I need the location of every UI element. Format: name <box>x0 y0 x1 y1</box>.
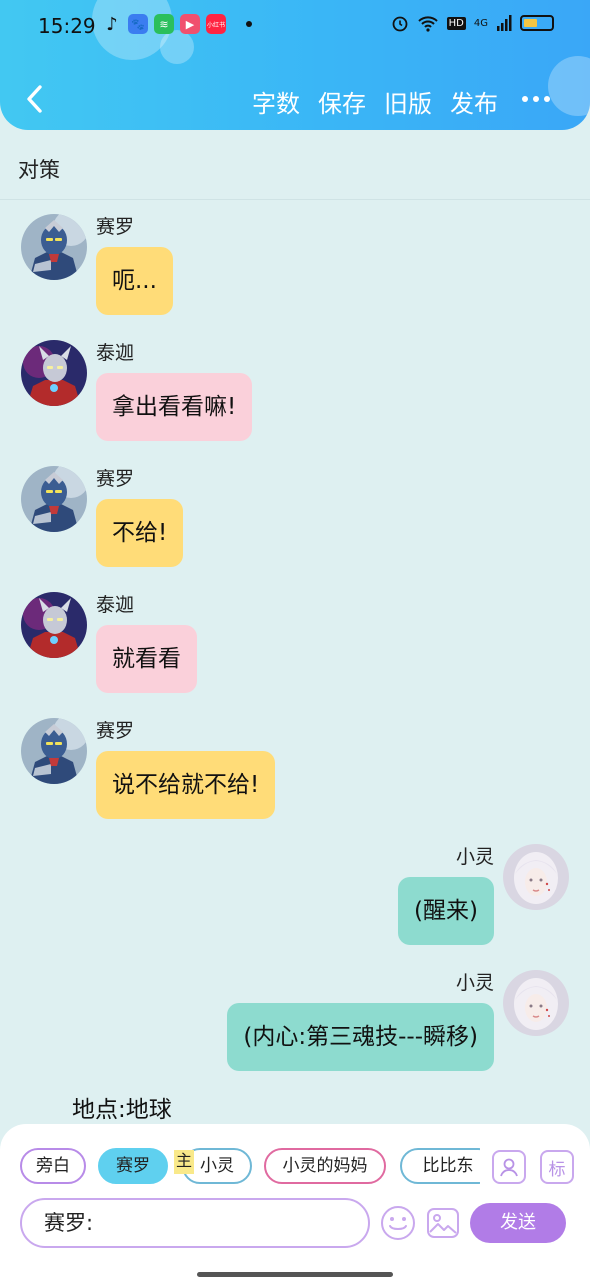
battery-icon <box>520 15 554 31</box>
nav-bar: 字数 保存 旧版 发布 <box>0 72 590 126</box>
tag-icon[interactable]: 标 <box>540 1150 574 1184</box>
word-count-button[interactable]: 字数 <box>252 84 300 119</box>
location-text: 地点:地球 <box>72 1097 172 1123</box>
more-icon[interactable] <box>522 86 550 112</box>
role-chip[interactable]: 赛罗 <box>98 1148 168 1184</box>
back-arrow-icon[interactable] <box>22 84 48 114</box>
avatar-zero[interactable] <box>21 718 87 784</box>
home-indicator[interactable] <box>197 1272 393 1277</box>
avatar-xiaoling[interactable] <box>503 844 569 910</box>
wifi-icon <box>417 16 438 32</box>
old-version-button[interactable]: 旧版 <box>384 84 432 119</box>
save-button[interactable]: 保存 <box>318 84 366 119</box>
wechat-mini-icon: ≋ <box>154 14 174 34</box>
hd-icon: HD <box>446 16 466 30</box>
send-button[interactable]: 发送 <box>470 1203 566 1243</box>
sender-name: 赛罗 <box>96 468 135 490</box>
sender-name: 小灵 <box>455 846 494 868</box>
status-time: 15:29 <box>38 14 96 38</box>
message-bubble[interactable]: 不给! <box>96 499 184 567</box>
role-chip[interactable]: 小灵的妈妈 <box>264 1148 386 1184</box>
avatar-xiaoling[interactable] <box>503 970 569 1036</box>
notification-dot <box>246 21 252 27</box>
emoji-icon[interactable] <box>379 1204 417 1242</box>
message-bubble[interactable]: (醒来) <box>398 877 494 945</box>
main-role-tag: 主 <box>174 1150 194 1174</box>
role-chip[interactable]: 旁白 <box>20 1148 86 1184</box>
role-selector: 旁白 赛罗 小灵 小灵的妈妈 比比东 <box>20 1148 480 1188</box>
video-app-icon: ▶ <box>180 14 200 34</box>
avatar-zero[interactable] <box>21 214 87 280</box>
message-input[interactable]: 赛罗: <box>20 1198 370 1248</box>
nav-actions: 字数 保存 旧版 发布 <box>252 84 498 119</box>
chat-title: 对策 <box>18 158 60 182</box>
xiaohongshu-icon: 小红书 <box>206 14 226 34</box>
character-profile-icon[interactable] <box>492 1150 526 1184</box>
message-bubble[interactable]: 拿出看看嘛! <box>96 373 253 441</box>
sender-name: 小灵 <box>455 972 494 994</box>
sender-name: 泰迦 <box>96 342 135 364</box>
message-bubble[interactable]: 呃... <box>96 247 173 315</box>
avatar-taiga[interactable] <box>21 340 87 406</box>
image-icon[interactable] <box>424 1204 462 1242</box>
system-icons: HD 4G <box>391 14 554 32</box>
baidu-icon: 🐾 <box>128 14 148 34</box>
top-header: 15:29 ♪ 🐾 ≋ ▶ 小红书 HD 4G 字数 保存 旧版 发布 <box>0 0 590 130</box>
message-bubble[interactable]: 就看看 <box>96 625 197 693</box>
tag-icon-label: 标 <box>548 1159 566 1180</box>
notification-icons: ♪ 🐾 ≋ ▶ 小红书 <box>102 13 252 35</box>
avatar-zero[interactable] <box>21 466 87 532</box>
sender-name: 泰迦 <box>96 594 135 616</box>
network-type: 4G <box>473 17 488 29</box>
publish-button[interactable]: 发布 <box>450 84 498 119</box>
chat-title-row: 对策 <box>0 136 590 200</box>
role-chip[interactable]: 比比东 <box>400 1148 480 1184</box>
status-bar: 15:29 ♪ 🐾 ≋ ▶ 小红书 HD 4G <box>0 8 590 44</box>
message-bubble[interactable]: 说不给就不给! <box>96 751 276 819</box>
avatar-taiga[interactable] <box>21 592 87 658</box>
alarm-icon <box>392 16 408 32</box>
signal-icon <box>497 15 512 31</box>
message-bubble[interactable]: (内心:第三魂技---瞬移) <box>227 1003 494 1071</box>
sender-name: 赛罗 <box>96 720 135 742</box>
sender-name: 赛罗 <box>96 216 135 238</box>
tiktok-icon: ♪ <box>106 13 118 35</box>
